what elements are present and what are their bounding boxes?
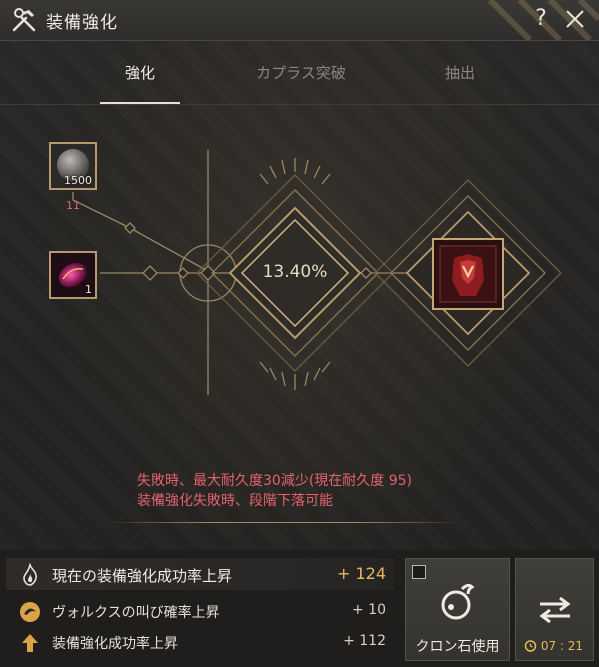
swap-timer-text: 07 : 21 bbox=[540, 639, 584, 653]
swap-arrows-icon bbox=[539, 597, 571, 623]
arrow-up-icon bbox=[22, 634, 38, 652]
stat-value: + 124 bbox=[336, 564, 386, 583]
vorkus-icon bbox=[20, 602, 40, 622]
caphras-stone-quantity: 1 bbox=[85, 283, 92, 296]
warning-downgrade: 装備強化失敗時、段階下落可能 bbox=[137, 493, 333, 509]
stat-label: 装備強化成功率上昇 bbox=[52, 636, 178, 652]
gold-divider bbox=[102, 522, 462, 523]
caphras-stone-slot[interactable]: 1 bbox=[49, 251, 97, 299]
stat-value: + 10 bbox=[352, 602, 386, 618]
stat-row-success-up: 装備強化成功率上昇 + 112 bbox=[14, 629, 394, 657]
swap-button[interactable]: 07 : 21 bbox=[515, 558, 594, 661]
warning-durability: 失敗時、最大耐久度30減少(現在耐久度 95) bbox=[137, 473, 413, 489]
enhancement-window: 装備強化 ? 強化 カプラス突破 抽出 1500 11 1 13.40% 失敗時… bbox=[0, 0, 599, 667]
stat-row-vorkus: ヴォルクスの叫び確率上昇 + 10 bbox=[14, 598, 394, 626]
stat-label: 現在の装備強化成功率上昇 bbox=[52, 567, 233, 585]
swap-timer: 07 : 21 bbox=[524, 639, 583, 653]
success-rate: 13.40% bbox=[262, 262, 328, 282]
stat-label: ヴォルクスの叫び確率上昇 bbox=[52, 605, 220, 621]
clone-stone-label: クロン石使用 bbox=[415, 639, 500, 655]
stat-value: + 112 bbox=[343, 633, 386, 649]
flame-icon bbox=[23, 563, 37, 586]
stat-row-current-rate: 現在の装備強化成功率上昇 + 124 bbox=[14, 561, 394, 589]
clone-stone-icon bbox=[441, 583, 475, 620]
clone-stone-button[interactable]: クロン石使用 bbox=[405, 558, 510, 661]
clone-stone-checkbox[interactable] bbox=[412, 565, 426, 579]
armor-v-icon bbox=[439, 245, 497, 303]
black-stone-required: 11 bbox=[66, 199, 80, 212]
black-stone-quantity: 1500 bbox=[64, 174, 92, 187]
clock-icon bbox=[524, 640, 537, 652]
result-item-slot[interactable] bbox=[432, 238, 504, 310]
black-stone-slot[interactable]: 1500 bbox=[49, 142, 97, 190]
